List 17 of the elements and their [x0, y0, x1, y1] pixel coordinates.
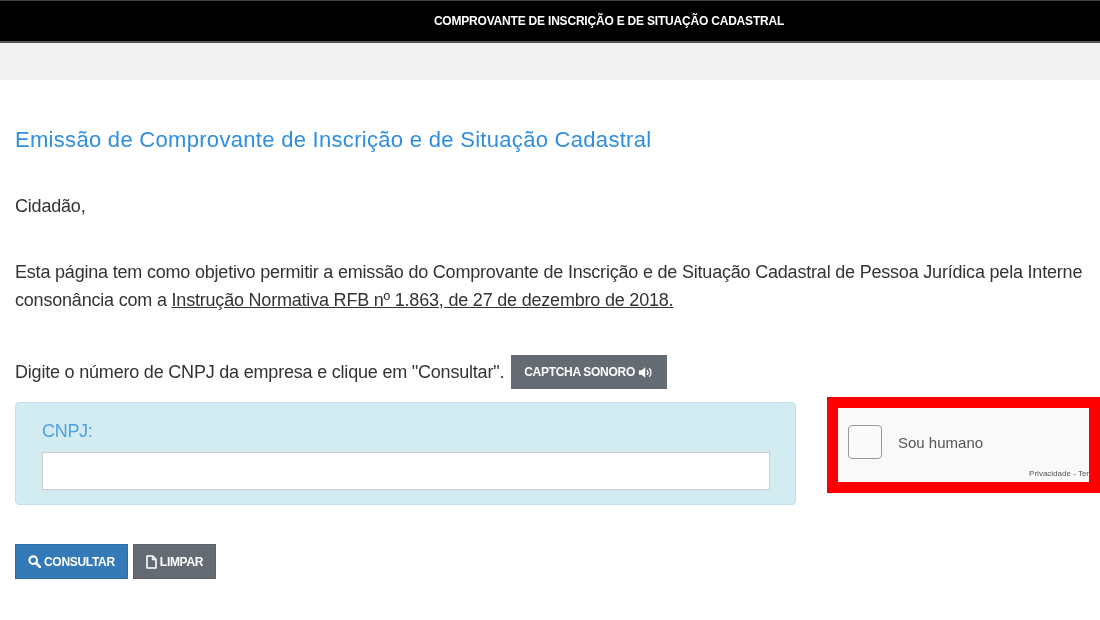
- page-title: COMPROVANTE DE INSCRIÇÃO E DE SITUAÇÃO CADASTRAL: [433, 14, 785, 28]
- instruction-text: Digite o número de CNPJ da empresa e clique em "Consultar".: [15, 361, 505, 384]
- audio-captcha-button[interactable]: CAPTCHA SONORO: [511, 355, 667, 389]
- cnpj-input-field[interactable]: [42, 452, 770, 490]
- clear-button[interactable]: LIMPAR: [132, 544, 217, 579]
- search-button[interactable]: CONSULTAR: [15, 544, 128, 579]
- intro-paragraph: Esta página tem como objetivo permitir a emissão do Comprovante de Inscrição e de Situação Cadastral de Pessoa Jurídica pela Interne consonância com a Instrução Normativa RFB nº 1.863, de 27 de dezembro de 2018.: [15, 261, 1084, 312]
- search-icon: [28, 555, 41, 568]
- speaker-icon: [637, 365, 654, 379]
- captcha-footer-links[interactable]: Privacidade - Ter: [1029, 469, 1089, 479]
- cnpj-label: CNPJ:: [42, 420, 94, 443]
- document-icon: [145, 554, 157, 569]
- regulation-link[interactable]: Instrução Normativa RFB nº 1.863, de 27 de dezembro de 2018.: [171, 290, 674, 310]
- captcha-label: Sou humano: [898, 433, 984, 451]
- captcha-checkbox[interactable]: [848, 425, 882, 459]
- greeting-text: Cidadão,: [15, 195, 87, 218]
- page-heading: Emissão de Comprovante de Inscrição e de Situação Cadastral: [15, 126, 653, 154]
